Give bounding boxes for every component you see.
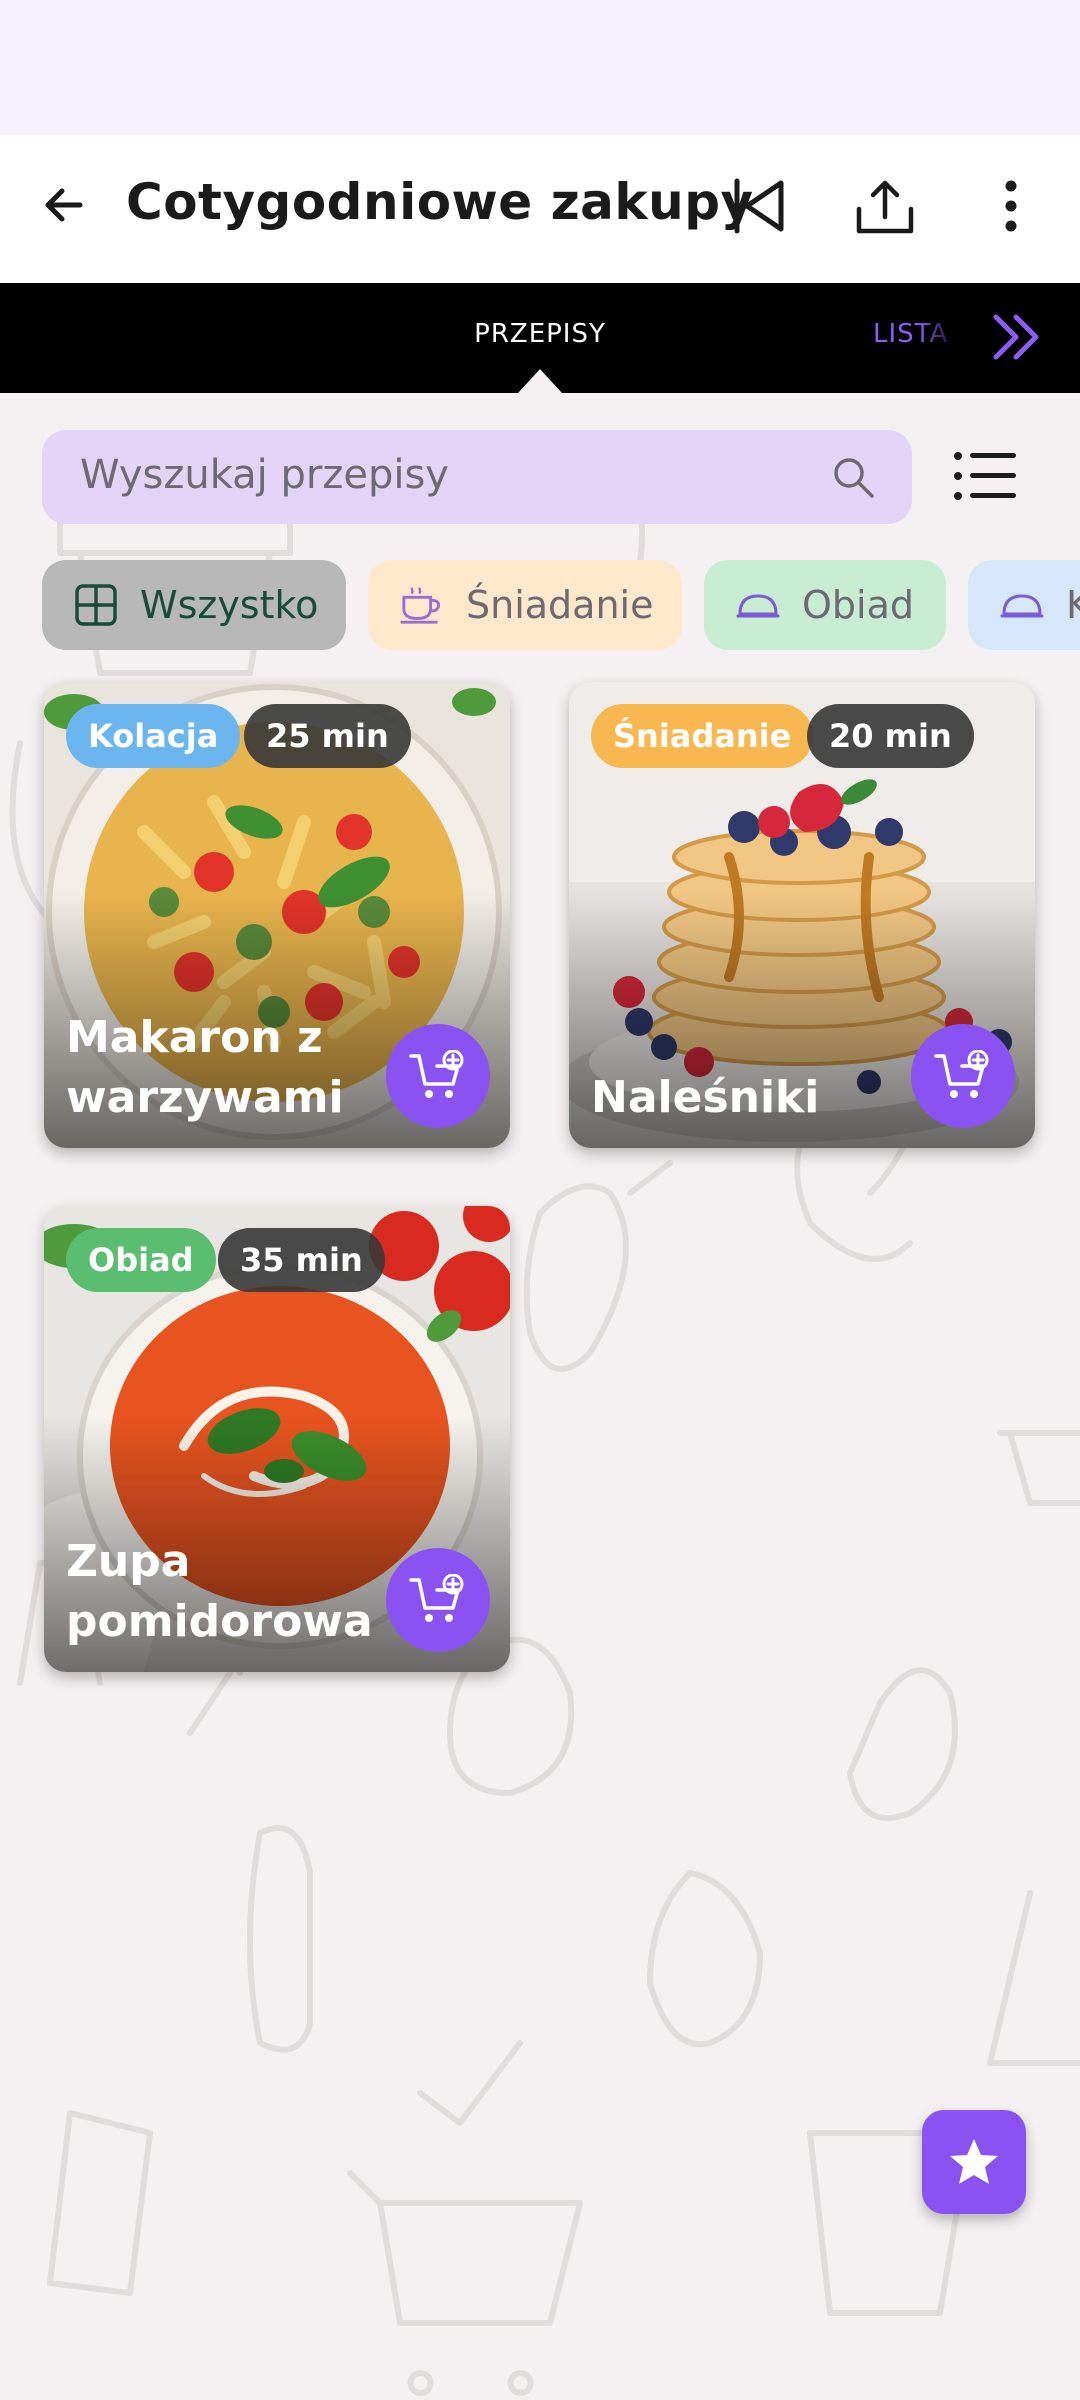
search-field[interactable]: Wyszukaj przepisy xyxy=(42,430,912,524)
skip-previous-icon xyxy=(734,178,784,234)
status-bar-area xyxy=(0,0,1080,135)
recipe-card[interactable]: Śniadanie 20 min Naleśniki xyxy=(569,682,1035,1148)
recipe-name: Makaron z warzywami xyxy=(66,1012,344,1123)
tab-indicator xyxy=(518,369,562,393)
chip-label: K xyxy=(1066,583,1080,627)
recipe-card[interactable]: Obiad 35 min Zupa pomidorowa xyxy=(44,1206,510,1672)
share-button[interactable] xyxy=(850,171,920,241)
arrow-left-icon xyxy=(45,188,83,222)
recipe-name: Zupa pomidorowa xyxy=(66,1536,373,1647)
time-badge: 35 min xyxy=(218,1228,385,1292)
time-badge: 25 min xyxy=(244,704,411,768)
search-icon[interactable] xyxy=(830,454,876,500)
category-badge: Śniadanie xyxy=(591,704,814,768)
category-badge: Kolacja xyxy=(66,704,241,768)
star-icon xyxy=(950,2139,998,2184)
search-placeholder: Wyszukaj przepisy xyxy=(80,452,449,498)
add-to-cart-button[interactable] xyxy=(386,1024,490,1128)
chip-dinner[interactable]: K xyxy=(968,560,1080,650)
skip-previous-button[interactable] xyxy=(724,171,794,241)
category-badge: Obiad xyxy=(66,1228,216,1292)
more-vert-icon xyxy=(1005,180,1017,232)
add-to-cart-button[interactable] xyxy=(911,1024,1015,1128)
time-badge: 20 min xyxy=(807,704,974,768)
list-view-button[interactable] xyxy=(950,446,1020,506)
tab-bar: PRZEPISY LISTA xyxy=(0,283,1080,393)
add-to-cart-button[interactable] xyxy=(386,1548,490,1652)
recipe-name: Naleśniki xyxy=(591,1072,820,1123)
more-options-button[interactable] xyxy=(976,171,1046,241)
cart-plus-icon xyxy=(934,1050,989,1098)
coffee-cup-icon xyxy=(400,587,440,624)
back-button[interactable] xyxy=(34,175,94,235)
cart-plus-icon xyxy=(409,1050,464,1098)
chip-label: Śniadanie xyxy=(466,583,654,627)
chip-label: Wszystko xyxy=(140,583,319,627)
favorites-fab[interactable] xyxy=(922,2110,1026,2214)
chip-all[interactable]: Wszystko xyxy=(42,560,346,650)
cloche-icon xyxy=(736,594,780,618)
chip-breakfast[interactable]: Śniadanie xyxy=(368,560,682,650)
grid-icon xyxy=(75,584,117,626)
top-app-bar: Cotygodniowe zakupy xyxy=(0,135,1080,283)
chip-lunch[interactable]: Obiad xyxy=(704,560,946,650)
cloche-icon xyxy=(1000,594,1044,618)
page-title: Cotygodniowe zakupy xyxy=(126,173,754,231)
chip-label: Obiad xyxy=(802,583,914,627)
list-icon xyxy=(954,452,1016,500)
tab-list[interactable]: LISTA xyxy=(873,319,948,349)
double-chevron-right-icon[interactable] xyxy=(990,309,1046,365)
cart-plus-icon xyxy=(409,1574,464,1622)
share-icon xyxy=(856,180,914,234)
filter-chips: Wszystko Śniadanie Obiad K xyxy=(42,560,1080,650)
recipe-card[interactable]: Kolacja 25 min Makaron z warzywami xyxy=(44,682,510,1148)
